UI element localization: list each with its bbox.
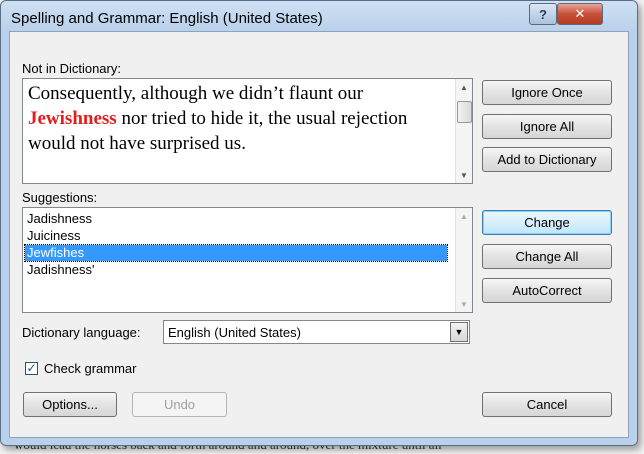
check-grammar-checkbox[interactable]: ✓ [25,362,38,375]
sentence-before: Consequently, although we didn’t flaunt … [28,83,364,104]
suggestions-list[interactable]: Jadishness Juiciness Jewfishes Jadishnes… [22,207,473,313]
not-in-dictionary-textbox[interactable]: Consequently, although we didn’t flaunt … [22,78,473,184]
check-grammar-label: Check grammar [44,361,137,376]
text-scrollbar[interactable]: ▲ ▼ [455,79,472,183]
add-to-dictionary-button[interactable]: Add to Dictionary [482,147,612,172]
dialog-title: Spelling and Grammar: English (United St… [11,10,323,27]
suggestion-item[interactable]: Juiciness [25,228,447,244]
dictionary-language-value: English (United States) [168,325,301,340]
not-in-dictionary-text: Consequently, although we didn’t flaunt … [28,81,448,156]
chevron-down-icon[interactable]: ▼ [450,322,468,342]
options-button[interactable]: Options... [23,392,117,417]
scroll-thumb[interactable] [457,101,472,123]
dictionary-language-select[interactable]: English (United States) ▼ [163,320,470,344]
scroll-down-icon[interactable]: ▼ [456,296,472,312]
suggestions-label: Suggestions: [22,190,98,205]
autocorrect-button[interactable]: AutoCorrect [482,278,612,303]
screen: would lead the horses back and forth aro… [0,0,644,454]
change-button[interactable]: Change [482,210,612,235]
close-icon: ✕ [574,6,586,21]
not-in-dictionary-label: Not in Dictionary: [22,61,121,76]
scroll-down-icon[interactable]: ▼ [456,167,472,183]
change-all-button[interactable]: Change All [482,244,612,269]
cancel-button[interactable]: Cancel [482,392,612,417]
scroll-up-icon[interactable]: ▲ [456,79,472,95]
scroll-up-icon[interactable]: ▲ [456,208,472,224]
undo-button[interactable]: Undo [132,392,227,417]
close-button[interactable]: ✕ [557,3,603,25]
suggestion-item[interactable]: Jadishness' [25,262,447,278]
error-word[interactable]: Jewishness [28,108,117,129]
suggestion-item[interactable]: Jadishness [25,211,447,227]
help-button[interactable]: ? [529,3,557,25]
ignore-all-button[interactable]: Ignore All [482,114,612,139]
suggestions-scrollbar[interactable]: ▲ ▼ [455,208,472,312]
help-icon: ? [539,6,547,22]
dictionary-language-label: Dictionary language: [22,325,141,340]
ignore-once-button[interactable]: Ignore Once [482,80,612,105]
suggestion-item-selected[interactable]: Jewfishes [24,244,448,262]
